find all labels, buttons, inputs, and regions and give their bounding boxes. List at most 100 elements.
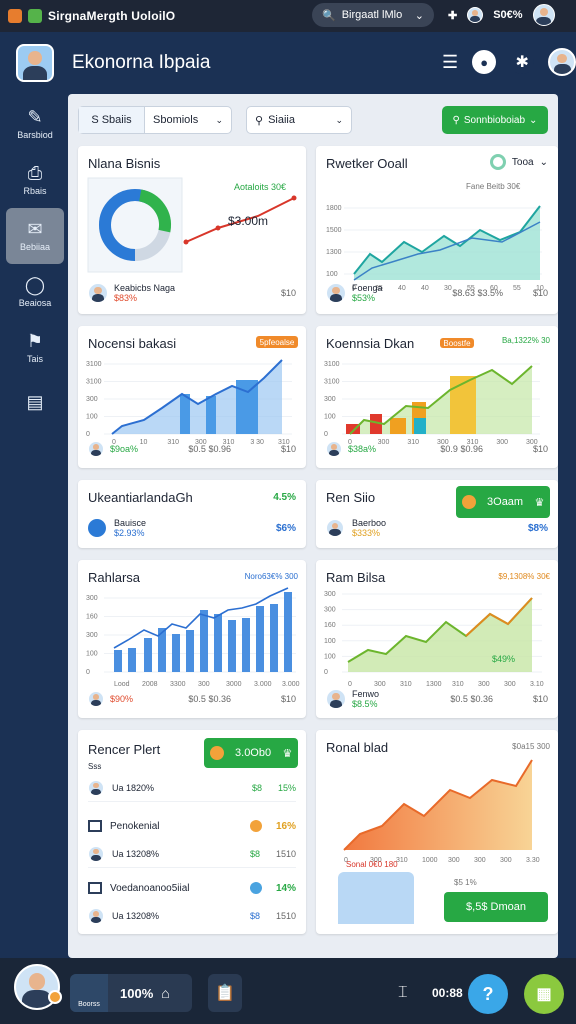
card-nlana-bisnis[interactable]: Nlana Bisnis Aotaloits 30€ $3.00m Keabic…	[78, 146, 306, 314]
user-avatar-top[interactable]	[532, 4, 555, 26]
y-tick-label: 300	[324, 396, 336, 403]
card-action-button[interactable]: 3Oaam ♛	[456, 486, 550, 518]
card-action-label: 3.0Ob0	[235, 747, 272, 759]
segment-one[interactable]: S Sbaiis	[79, 107, 145, 133]
y-tick-label: 1500	[326, 227, 342, 234]
coin-icon	[209, 746, 224, 760]
profile-avatar[interactable]	[16, 44, 54, 82]
sidebar-item-0-label: Barsbiod	[17, 130, 53, 140]
list-icon[interactable]: ☰	[442, 52, 458, 73]
clipboard-icon[interactable]: 📋	[208, 974, 242, 1012]
x-tick-label: 3300	[170, 681, 186, 688]
segmented-filter[interactable]: S Sbaiis Sbomiols ⌄	[78, 106, 232, 134]
filter-bar: S Sbaiis Sbomiols ⌄ ⚲ Siaiia ⌄ ⚲ Sonnbio…	[78, 106, 548, 134]
card-badge-green: Ba,1322% 30	[501, 336, 550, 345]
footer-right: $10	[532, 694, 548, 704]
grid-button[interactable]: ▦	[524, 974, 564, 1014]
card-badge-orange: Boostfe	[440, 338, 474, 348]
row-pct: 15%	[277, 782, 296, 793]
globe-icon	[249, 882, 262, 894]
x-tick-label: 300	[198, 681, 210, 688]
sidebar-item-2[interactable]: ✉ Bebiiaa	[6, 208, 64, 264]
coin-icon	[249, 820, 262, 832]
status-box-label: 100%	[120, 985, 154, 1001]
card-action-button[interactable]: 3.0Ob0 ♛	[204, 738, 298, 768]
row-value: $8	[249, 848, 260, 859]
segment-two[interactable]: Sbomiols	[145, 114, 215, 126]
card-action-button[interactable]: $,5$ Dmoan	[444, 892, 548, 922]
trophy-icon: ♛	[534, 496, 545, 509]
card-rahlarsa[interactable]: Rahlarsa Noro63€% 300 300 160 300 100 0 Lood…	[78, 560, 306, 718]
x-tick-label: 0	[348, 681, 352, 688]
sidebar-item-4-icon: ⚑	[26, 331, 44, 351]
sidebar-item-5[interactable]: ▤	[6, 376, 64, 432]
row-pct: 1510	[275, 911, 296, 921]
dropdown-label: Tooa	[511, 156, 534, 168]
area-chart: 180015001300100 0 25 40 40 30 55 60 55 10	[326, 205, 544, 292]
list-item[interactable]: Penokenial 16%	[88, 812, 296, 840]
x-tick-label: 3.000	[282, 681, 300, 688]
user-avatar-header[interactable]	[548, 48, 576, 76]
card-title: Ren Siio	[326, 490, 376, 505]
search-input[interactable]: ⚲ Siaiia ⌄	[246, 106, 352, 134]
card-rwetker-ooall[interactable]: Rwetker Ooall Tooa ⌄ Fane Beitb 30€ 1800…	[316, 146, 558, 314]
workspace-selector[interactable]: 🔍 Birgaatl lMlo ⌄	[312, 3, 434, 27]
chart-panel	[338, 872, 414, 924]
card-badge: 5pfeoalse	[256, 336, 298, 348]
card-title: Koennsia Dkan	[326, 336, 415, 351]
x-tick-label: 300	[474, 857, 486, 864]
card-nocensi-bakasi[interactable]: Nocensi bakasi 5pfeoalse 3100 3100 300 100 0…	[78, 326, 306, 468]
page-title: Ekonorna Ibpaia	[72, 52, 211, 73]
y-tick-label: 100	[324, 414, 336, 421]
sidebar-item-3-icon: ◯	[24, 275, 46, 295]
x-tick-label: 310	[400, 681, 412, 688]
footer-pct: $90%	[110, 694, 134, 704]
sidebar-item-0[interactable]: ✎ Barsbiod	[6, 96, 64, 152]
sidebar-item-1-label: Rbais	[23, 186, 47, 196]
card-ukeantiarlandagh[interactable]: UkeantiarlandaGh 4.5% Bauisce $2.93% $6%	[78, 480, 306, 548]
chart-label: $49%	[492, 654, 516, 664]
card-koennsia-dkan[interactable]: Koennsia Dkan Boostfe Ba,1322% 30 3100 31…	[316, 326, 558, 468]
status-percent: S0€%	[493, 9, 523, 21]
chart-sub: Sonal 0€0 180	[346, 860, 398, 869]
footer-pct: $9oa%	[110, 444, 139, 454]
avatar-small[interactable]	[467, 7, 484, 23]
badge-dot-icon	[48, 990, 62, 1004]
card-dropdown[interactable]: Tooa ⌄	[489, 154, 548, 170]
sidebar-item-4[interactable]: ⚑ Tais	[6, 320, 64, 376]
puzzle-icon[interactable]: ✚	[448, 9, 457, 22]
x-tick-label: 300	[374, 681, 386, 688]
bar-line-chart: 310031003001000 0 300 310 300 310 300 300	[324, 361, 540, 446]
status-box[interactable]: Boorss 100% ⌂	[70, 974, 192, 1012]
list-item[interactable]: Ua 13208% $8 1510	[88, 902, 296, 930]
sidebar: ✎ Barsbiod ⎙ Rbais ✉ Bebiiaa ◯ Beaiosa ⚑ Tais…	[6, 96, 64, 432]
notification-icon[interactable]: ●	[472, 50, 497, 74]
card-rencer-plert[interactable]: Rencer Plert 3.0Ob0 ♛ Sss Ua 1820% $8 15…	[78, 730, 306, 934]
card-ram-bilsa[interactable]: Ram Bilsa $9,1308% 30€ 300 300 160 100 100 0 …	[316, 560, 558, 718]
sidebar-item-1[interactable]: ⎙ Rbais	[6, 152, 64, 208]
sidebar-item-3[interactable]: ◯ Beaiosa	[6, 264, 64, 320]
y-tick-label: 1300	[326, 249, 342, 256]
card-value: $3.00m	[228, 214, 269, 228]
image-icon	[88, 820, 102, 832]
card-ronal-blad[interactable]: Ronal blad $0a15 300 0 300 310 1000 300 300 30…	[316, 730, 558, 934]
row-label: Ua 13208%	[112, 911, 160, 921]
avatar	[88, 283, 108, 303]
list-item[interactable]: Voedanoanoo5iial 14%	[88, 874, 296, 902]
card-badge: $0a15 300	[512, 742, 550, 751]
status-box-sub: Boorss	[78, 1001, 100, 1008]
tag-icon[interactable]: ⌶	[398, 984, 408, 1002]
chevron-down-icon: ⌄	[539, 156, 548, 168]
avatar	[88, 845, 104, 862]
card-title: Nlana Bisnis	[88, 156, 161, 171]
list-item[interactable]: Ua 13208% $8 1510	[88, 840, 296, 868]
card-footer: Fenwo $8.5% $0.5 $0.36 $10	[326, 688, 548, 710]
settings-icon[interactable]: ✱	[510, 50, 535, 74]
item-sub: $2.93%	[114, 528, 145, 538]
action-button[interactable]: ⚲ Sonnbioboiab ⌄	[442, 106, 548, 134]
y-tick-label: 100	[86, 414, 98, 421]
help-button[interactable]: ?	[468, 974, 508, 1014]
row-pct: 1510	[275, 848, 296, 859]
list-item[interactable]: Ua 1820% $8 15%	[88, 774, 296, 802]
card-ren-siio[interactable]: Ren Siio 3Oaam ♛ Baerboo $333% $8%	[316, 480, 558, 548]
